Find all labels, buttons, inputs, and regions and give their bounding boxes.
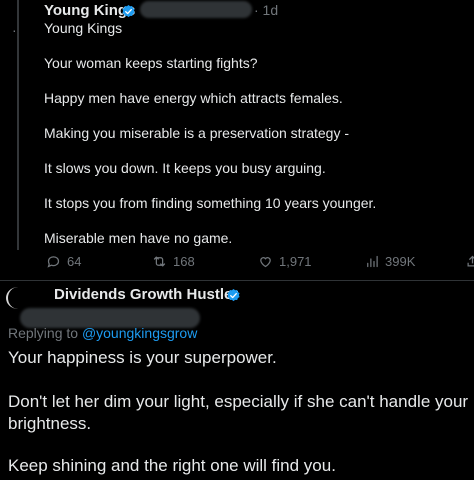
like-button[interactable]: 1,971 [258,254,312,269]
verified-badge-icon [121,4,136,19]
views-icon [367,255,378,268]
thread-connector-line [17,0,19,250]
tweet-text-line: Happy men have energy which attracts fem… [44,90,343,106]
tweet-text-line: Making you miserable is a preservation s… [44,125,350,141]
tweet-text-line: Your woman keeps starting fights? [44,55,258,71]
tweet-text-line: It slows you down. It keeps you busy arg… [44,160,326,176]
replying-prefix: Replying to [8,325,82,341]
tweet-text-line: Miserable men have no game. [44,230,233,246]
reply-icon [47,256,60,268]
verified-badge-icon [226,288,241,303]
replying-to-handle-link[interactable]: @youngkingsgrow [82,325,197,341]
reply-text-line: Keep shining and the right one will find… [8,456,336,475]
views-button[interactable]: 399K [364,254,415,269]
tweet-divider [0,280,474,281]
reply-text-line: brightness. [8,414,92,433]
retweet-button[interactable]: 168 [152,254,195,269]
tweet-text-line: It stops you from finding something 10 y… [44,195,377,211]
like-count: 1,971 [279,254,312,269]
reply-text-line: Your happiness is your superpower. [8,348,277,367]
share-icon [467,255,474,267]
retweet-count: 168 [173,254,195,269]
thread-dot: · [12,22,17,38]
avatar[interactable] [6,287,30,309]
reply-button[interactable]: 64 [46,254,81,269]
redacted-handle-blur [140,1,252,18]
tweet-timestamp[interactable]: · 1d [254,2,278,18]
reply-author-display-name[interactable]: Dividends Growth Hustler [54,286,238,303]
replying-to-label: Replying to @youngkingsgrow [8,325,197,341]
author-handle[interactable]: Young Kings [44,20,122,36]
share-button[interactable] [465,254,474,269]
reply-text-line: Don't let her dim your light, especially… [8,392,469,411]
retweet-icon [153,256,166,267]
like-icon [260,257,271,268]
views-count: 399K [385,254,416,269]
reply-count: 64 [67,254,82,269]
